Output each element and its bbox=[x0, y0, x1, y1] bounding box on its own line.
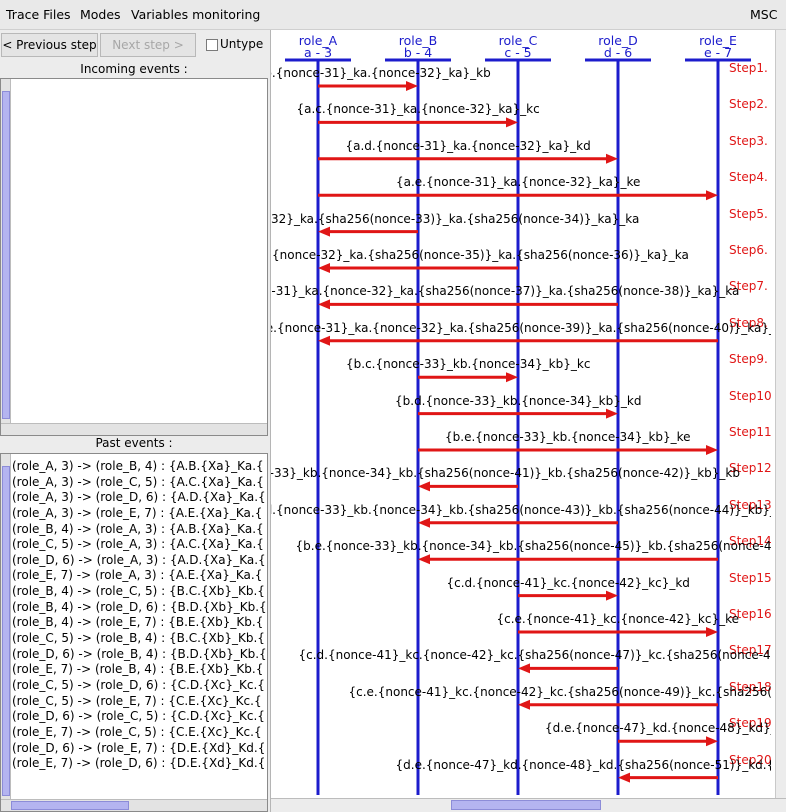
message-label: {c.e.{nonce-41}_kc.{nonce-42}_kc.{sha256… bbox=[348, 684, 772, 699]
message-label: {a.b.{nonce-31}_ka.{nonce-32}_ka}_kb bbox=[271, 66, 491, 80]
role-header: role_A a - 3 bbox=[278, 34, 358, 60]
past-event-row[interactable]: (role_D, 6) -> (role_C, 5) : {C.D.{Xc}_K… bbox=[12, 709, 266, 725]
role-id: e - 7 bbox=[703, 45, 733, 60]
role-header: role_D d - 6 bbox=[578, 34, 658, 60]
msc-labels: role_A a - 3 role_B b - 4 role_C c - 5 role_D d… bbox=[271, 30, 771, 795]
past-event-row[interactable]: (role_E, 7) -> (role_C, 5) : {C.E.{Xc}_K… bbox=[12, 725, 266, 741]
step-label: Step10. bbox=[729, 388, 771, 403]
message-label: {a.b.{nonce-31}_ka.{nonce-32}_ka.{sha256… bbox=[271, 211, 640, 226]
message-label: {b.d.{nonce-33}_kb.{nonce-34}_kb.{sha256… bbox=[271, 502, 771, 517]
message-label: {a.c.{nonce-31}_ka.{nonce-32}_ka.{sha256… bbox=[271, 248, 689, 262]
message-label: {c.d.{nonce-41}_kc.{nonce-42}_kc}_kd bbox=[446, 575, 690, 590]
role-id: a - 3 bbox=[303, 45, 333, 60]
message-label: {b.c.{nonce-33}_kb.{nonce-34}_kb}_kc bbox=[346, 357, 591, 372]
message-label: {d.e.{nonce-47}_kd.{nonce-48}_kd}_ke bbox=[545, 721, 771, 736]
message-label: {a.e.{nonce-31}_ka.{nonce-32}_ka}_ke bbox=[396, 175, 641, 190]
message-label: {a.d.{nonce-31}_ka.{nonce-32}_ka.{sha256… bbox=[271, 284, 740, 299]
msc-hscroll[interactable] bbox=[271, 798, 786, 812]
next-step-button[interactable]: Next step > bbox=[100, 33, 196, 57]
past-event-row[interactable]: (role_E, 7) -> (role_D, 6) : {D.E.{Xd}_K… bbox=[12, 756, 266, 772]
message-label: {a.d.{nonce-31}_ka.{nonce-32}_ka}_kd bbox=[345, 138, 591, 153]
menu-trace-files[interactable]: Trace Files bbox=[6, 7, 71, 22]
past-vscroll[interactable] bbox=[1, 454, 11, 799]
step-label: Step9. bbox=[729, 352, 768, 367]
untype-label: Untype bbox=[220, 37, 264, 51]
step-label: Step6. bbox=[729, 243, 768, 257]
message-label: {d.e.{nonce-47}_kd.{nonce-48}_kd.{sha256… bbox=[395, 757, 772, 772]
past-event-row[interactable]: (role_B, 4) -> (role_C, 5) : {B.C.{Xb}_K… bbox=[12, 584, 266, 600]
incoming-events-title: Incoming events : bbox=[80, 62, 188, 76]
past-event-row[interactable]: (role_B, 4) -> (role_A, 3) : {A.B.{Xa}_K… bbox=[12, 522, 266, 538]
previous-step-button[interactable]: < Previous step bbox=[1, 33, 98, 57]
incoming-vscroll-thumb[interactable] bbox=[2, 91, 10, 419]
step-label: Step2. bbox=[729, 97, 768, 112]
message-label: {b.c.{nonce-33}_kb.{nonce-34}_kb.{sha256… bbox=[271, 466, 740, 481]
step-label: Step15. bbox=[729, 570, 771, 585]
past-event-row[interactable]: (role_C, 5) -> (role_A, 3) : {A.C.{Xa}_K… bbox=[12, 537, 266, 553]
message-label: {a.c.{nonce-31}_ka.{nonce-32}_ka}_kc bbox=[296, 102, 540, 117]
past-hscroll-thumb[interactable] bbox=[11, 801, 129, 810]
incoming-vscroll[interactable] bbox=[1, 79, 11, 423]
message-label: {b.e.{nonce-33}_kb.{nonce-34}_kb.{sha256… bbox=[295, 539, 772, 554]
left-panel: < Previous step Next step > Untype Incom… bbox=[0, 30, 270, 812]
incoming-hscroll[interactable] bbox=[1, 423, 267, 435]
role-header: role_B b - 4 bbox=[378, 34, 458, 60]
past-event-row[interactable]: (role_C, 5) -> (role_B, 4) : {B.C.{Xb}_K… bbox=[12, 631, 266, 647]
role-id: d - 6 bbox=[603, 45, 633, 60]
message-label: {c.d.{nonce-41}_kc.{nonce-42}_kc.{sha256… bbox=[298, 648, 772, 663]
step-label: Step11. bbox=[729, 425, 771, 439]
step-label: Step3. bbox=[729, 133, 768, 148]
past-event-row[interactable]: (role_B, 4) -> (role_D, 6) : {B.D.{Xb}_K… bbox=[12, 600, 266, 616]
past-event-row[interactable]: (role_D, 6) -> (role_A, 3) : {A.D.{Xa}_K… bbox=[12, 553, 266, 569]
role-header: role_E e - 7 bbox=[678, 34, 758, 60]
menu-bar: Trace Files Modes Variables monitoring M… bbox=[0, 0, 786, 30]
past-event-row[interactable]: (role_A, 3) -> (role_D, 6) : {A.D.{Xa}_K… bbox=[12, 490, 266, 506]
role-id: b - 4 bbox=[403, 45, 433, 60]
msc-panel: role_A a - 3 role_B b - 4 role_C c - 5 role_D d… bbox=[270, 30, 786, 812]
message-label: {b.d.{nonce-33}_kb.{nonce-34}_kb}_kd bbox=[395, 393, 642, 408]
msc-vscroll[interactable] bbox=[775, 30, 786, 798]
message-label: {a.e.{nonce-31}_ka.{nonce-32}_ka.{sha256… bbox=[271, 320, 771, 335]
msc-hscroll-thumb[interactable] bbox=[451, 800, 601, 810]
past-event-row[interactable]: (role_B, 4) -> (role_E, 7) : {B.E.{Xb}_K… bbox=[12, 615, 266, 631]
past-event-row[interactable]: (role_A, 3) -> (role_C, 5) : {A.C.{Xa}_K… bbox=[12, 475, 266, 491]
past-event-row[interactable]: (role_C, 5) -> (role_D, 6) : {C.D.{Xc}_K… bbox=[12, 678, 266, 694]
past-vscroll-thumb[interactable] bbox=[2, 466, 10, 796]
role-header: role_C c - 5 bbox=[478, 34, 558, 60]
menu-msc[interactable]: MSC bbox=[750, 7, 777, 22]
step-label: Step5. bbox=[729, 206, 768, 221]
menu-variables-monitoring[interactable]: Variables monitoring bbox=[131, 7, 260, 22]
step-label: Step1. bbox=[729, 61, 768, 75]
message-label: {b.e.{nonce-33}_kb.{nonce-34}_kb}_ke bbox=[445, 430, 691, 444]
step-label: Step4. bbox=[729, 170, 768, 185]
role-id: c - 5 bbox=[504, 45, 532, 60]
menu-modes[interactable]: Modes bbox=[80, 7, 121, 22]
past-event-row[interactable]: (role_D, 6) -> (role_B, 4) : {B.D.{Xb}_K… bbox=[12, 647, 266, 663]
past-event-row[interactable]: (role_E, 7) -> (role_A, 3) : {A.E.{Xa}_K… bbox=[12, 568, 266, 584]
past-hscroll[interactable] bbox=[1, 799, 267, 811]
past-event-row[interactable]: (role_A, 3) -> (role_B, 4) : {A.B.{Xa}_K… bbox=[12, 459, 266, 475]
past-event-row[interactable]: (role_A, 3) -> (role_E, 7) : {A.E.{Xa}_K… bbox=[12, 506, 266, 522]
untype-checkbox[interactable] bbox=[206, 39, 218, 51]
past-event-row[interactable]: (role_E, 7) -> (role_B, 4) : {B.E.{Xb}_K… bbox=[12, 662, 266, 678]
past-event-row[interactable]: (role_D, 6) -> (role_E, 7) : {D.E.{Xd}_K… bbox=[12, 741, 266, 757]
past-events-list: (role_A, 3) -> (role_B, 4) : {A.B.{Xa}_K… bbox=[12, 459, 266, 784]
incoming-events-pane bbox=[0, 78, 268, 436]
message-label: {c.e.{nonce-41}_kc.{nonce-42}_kc}_ke bbox=[496, 612, 740, 626]
past-events-title: Past events : bbox=[95, 436, 173, 450]
past-event-row[interactable]: (role_C, 5) -> (role_E, 7) : {C.E.{Xc}_K… bbox=[12, 694, 266, 710]
